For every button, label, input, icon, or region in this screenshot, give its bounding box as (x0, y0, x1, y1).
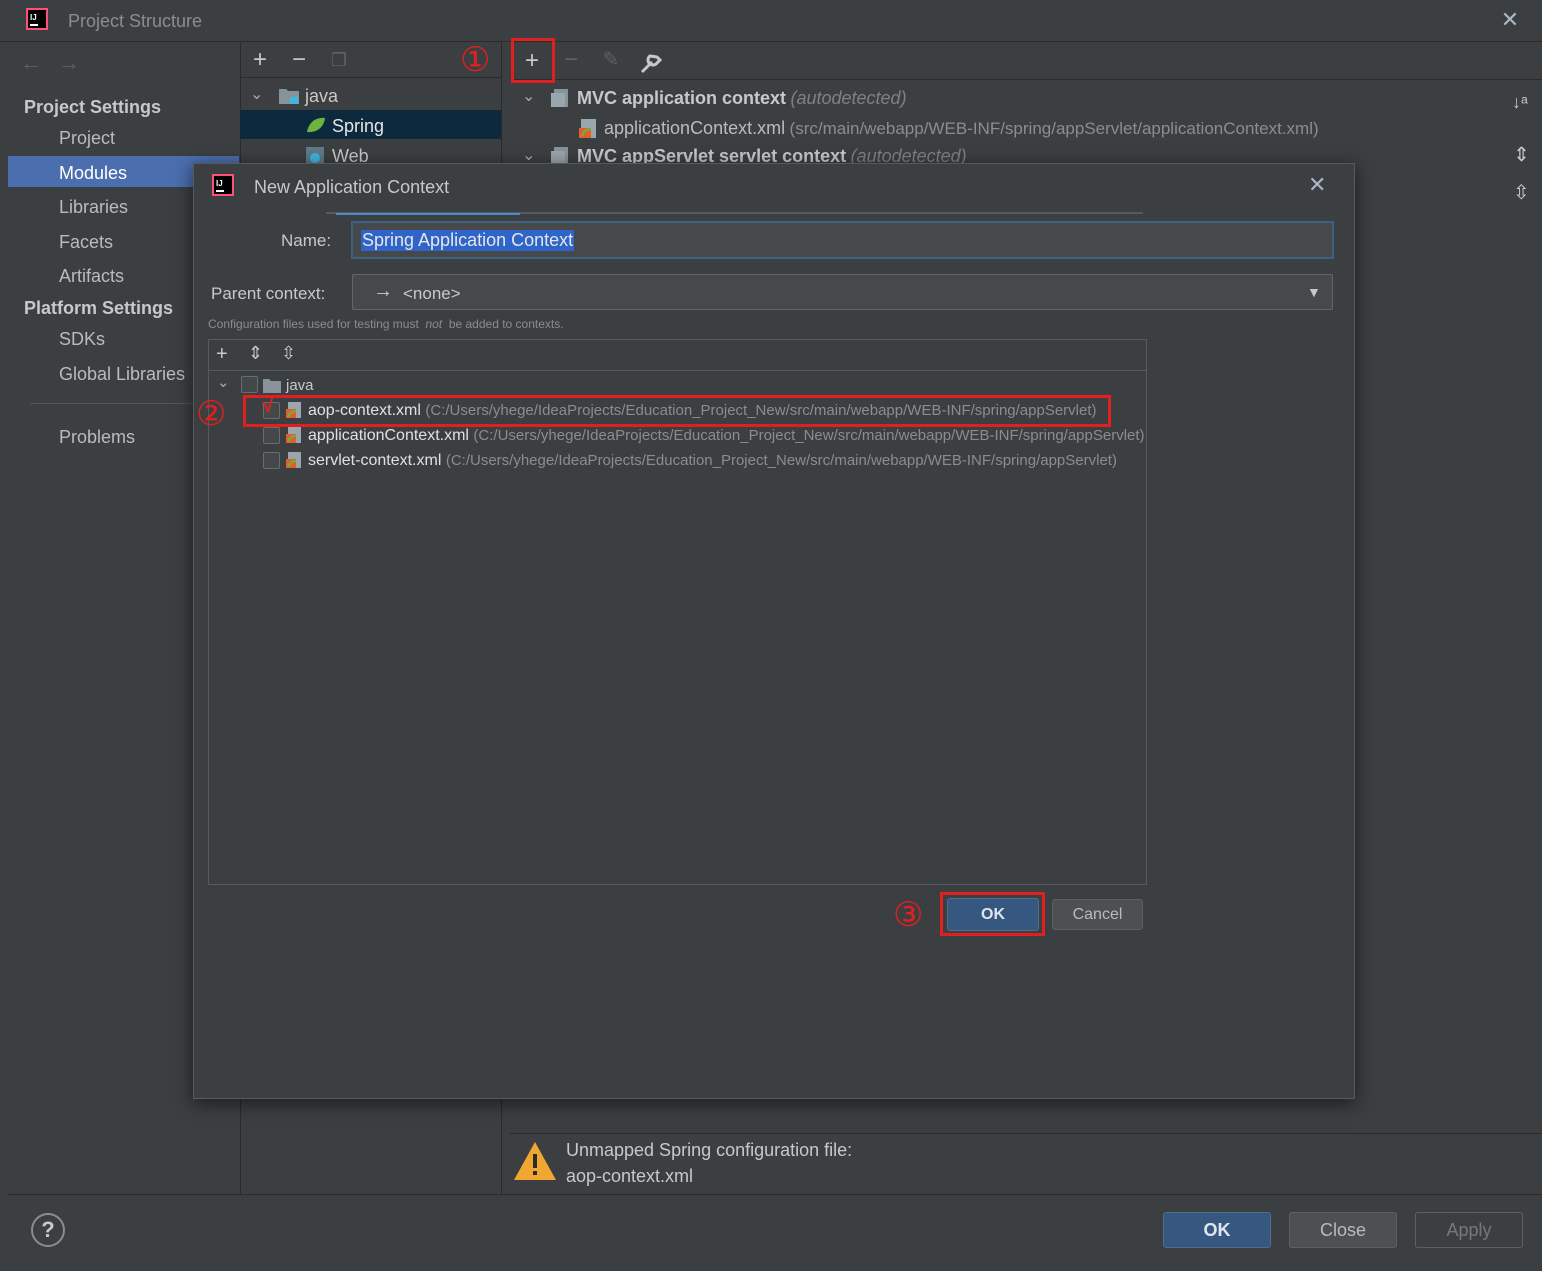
parent-context-select[interactable]: → <none> ▼ (352, 274, 1333, 310)
name-input[interactable]: Spring Application Context (351, 221, 1334, 259)
sidebar-item-problems[interactable]: Problems (59, 427, 135, 448)
chevron-down-icon[interactable]: ⌄ (217, 373, 230, 391)
collapse-all-icon[interactable]: ⇳ (1513, 180, 1530, 205)
parent-context-label: Parent context: (211, 284, 326, 303)
context-name[interactable]: MVC appServlet servlet context (577, 146, 846, 164)
file-checkbox-application-context[interactable] (263, 427, 280, 444)
java-checkbox[interactable] (241, 376, 258, 393)
spring-context-icon (551, 89, 568, 107)
annotation-step2: ② (196, 395, 227, 433)
tree-item-spring[interactable]: Spring (332, 116, 384, 137)
context-file-path: (src/main/webapp/WEB-INF/spring/appServl… (789, 119, 1319, 138)
dialog-title: New Application Context (254, 177, 450, 197)
spring-leaf-icon (307, 117, 325, 133)
warning-file[interactable]: aop-context.xml (566, 1166, 693, 1187)
wrench-icon[interactable] (638, 50, 664, 76)
warning-title: Unmapped Spring configuration file: (566, 1140, 853, 1160)
annotation-step3: ③ (893, 896, 924, 934)
context-name[interactable]: MVC application context (577, 88, 786, 108)
tab-strip-indicator (336, 213, 520, 215)
copy-icon[interactable]: ❐ (326, 47, 352, 73)
test-files-hint: Configuration files used for testing mus… (208, 317, 564, 331)
xml-file-icon (286, 452, 301, 468)
file-path: (C:/Users/yhege/IdeaProjects/Education_P… (473, 427, 1145, 444)
intellij-logo-icon: IJ (26, 8, 48, 30)
remove-context-icon[interactable]: − (558, 47, 584, 73)
context-note: (autodetected) (850, 146, 967, 164)
project-settings-header: Project Settings (24, 97, 162, 117)
file-name: servlet-context.xml (308, 452, 442, 469)
sidebar-item-modules[interactable]: Modules (59, 163, 127, 184)
collapse-all-icon[interactable]: ⇳ (281, 343, 296, 364)
annotation-step1: ① (460, 41, 491, 79)
svg-text:IJ: IJ (30, 13, 37, 22)
add-icon[interactable]: + (247, 47, 273, 73)
ok-button[interactable]: OK (1163, 1212, 1271, 1248)
xml-file-icon (286, 427, 301, 443)
context-row-2: MVC appServlet servlet context (autodete… (577, 146, 967, 164)
forward-arrow-icon[interactable]: → (58, 50, 80, 76)
folder-icon (279, 89, 299, 104)
arrow-right-icon: → (373, 280, 393, 302)
toolbar-divider (510, 79, 1542, 80)
context-note: (autodetected) (790, 88, 907, 108)
annotation-box-step1 (511, 38, 555, 83)
list-item[interactable]: applicationContext.xml (C:/Users/yhege/I… (308, 427, 1145, 445)
remove-icon[interactable]: − (286, 47, 312, 73)
dialog-cancel-button[interactable]: Cancel (1052, 899, 1143, 930)
name-input-value: Spring Application Context (361, 230, 575, 251)
close-icon[interactable]: ✕ (1498, 8, 1522, 32)
sidebar-item-artifacts[interactable]: Artifacts (59, 266, 124, 287)
intellij-logo-icon: IJ (212, 174, 234, 196)
parent-context-value: <none> (403, 284, 461, 303)
tree-root-java[interactable]: java (286, 377, 314, 394)
file-path: (C:/Users/yhege/IdeaProjects/Education_P… (445, 452, 1117, 469)
sort-alphabetical-icon[interactable]: ↓ᵃ (1512, 92, 1528, 113)
platform-settings-header: Platform Settings (24, 298, 174, 318)
file-name: applicationContext.xml (308, 427, 469, 444)
name-label: Name: (281, 231, 332, 250)
dropdown-arrow-icon: ▼ (1307, 284, 1321, 300)
toolbar-divider (208, 370, 1147, 371)
chevron-down-icon[interactable]: ⌄ (522, 145, 535, 165)
dialog-close-icon[interactable]: ✕ (1308, 172, 1326, 198)
sidebar-divider (30, 403, 220, 404)
expand-all-icon[interactable]: ⇕ (1513, 142, 1530, 167)
context-file-name: applicationContext.xml (604, 118, 786, 138)
annotation-box-step3 (940, 892, 1045, 936)
add-file-icon[interactable]: + (216, 343, 228, 366)
sidebar-item-libraries[interactable]: Libraries (59, 197, 128, 218)
svg-text:IJ: IJ (216, 179, 223, 188)
window-title: Project Structure (68, 11, 203, 31)
sidebar-item-project[interactable]: Project (59, 128, 115, 149)
chevron-down-icon[interactable]: ⌄ (522, 86, 535, 106)
warning-icon (514, 1142, 556, 1180)
title-bar (0, 0, 1542, 42)
spring-context-icon (551, 147, 568, 163)
context-row-1: MVC application context (autodetected) (577, 88, 907, 109)
back-arrow-icon[interactable]: ← (20, 50, 42, 76)
help-button[interactable]: ? (31, 1213, 65, 1247)
apply-button[interactable]: Apply (1415, 1212, 1523, 1248)
sidebar-item-sdks[interactable]: SDKs (59, 329, 105, 350)
list-item[interactable]: servlet-context.xml (C:/Users/yhege/Idea… (308, 452, 1117, 470)
chevron-down-icon[interactable]: ⌄ (250, 84, 263, 104)
sidebar-item-global-libraries[interactable]: Global Libraries (59, 364, 185, 385)
annotation-box-step2 (243, 395, 1111, 427)
expand-all-icon[interactable]: ⇕ (248, 343, 263, 364)
xml-file-icon (579, 119, 596, 138)
panel-divider (510, 1133, 1542, 1134)
file-checkbox-servlet-context[interactable] (263, 452, 280, 469)
sidebar-item-facets[interactable]: Facets (59, 232, 113, 253)
web-facet-icon (306, 147, 324, 163)
context-file-row[interactable]: applicationContext.xml (src/main/webapp/… (604, 118, 1319, 139)
close-button[interactable]: Close (1289, 1212, 1397, 1248)
tree-root-java[interactable]: java (305, 86, 338, 107)
edit-icon[interactable]: ✎ (598, 47, 624, 73)
